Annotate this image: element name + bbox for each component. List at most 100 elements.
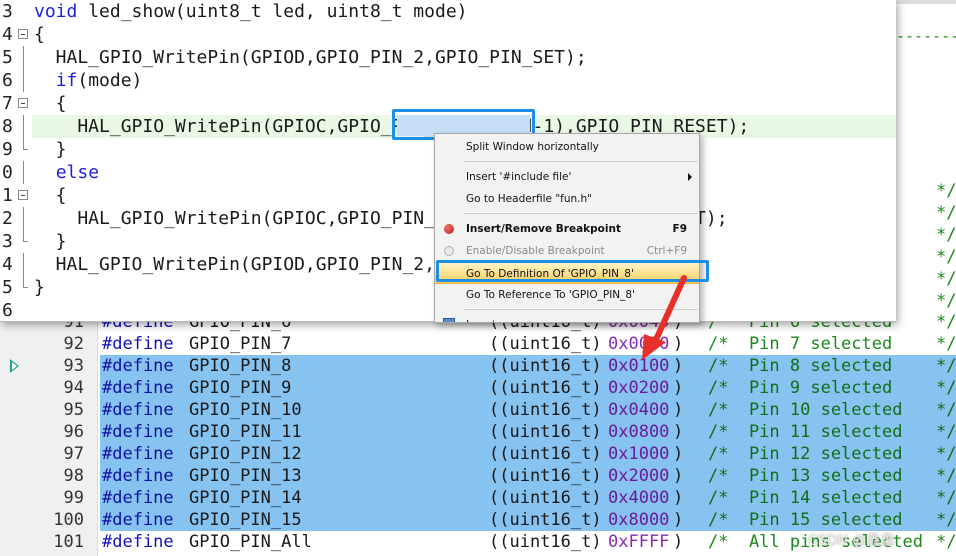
- menu-item-label: Insert: [466, 314, 496, 322]
- fold-toggle-icon[interactable]: [18, 190, 28, 200]
- line-number: 96: [63, 422, 84, 442]
- line-number: 97: [63, 444, 84, 464]
- define-keyword: #define: [102, 400, 174, 420]
- menu-item-go-to-headerfile-fun-h[interactable]: Go to Headerfile "fun.h": [435, 188, 699, 210]
- menu-item-shortcut: F9: [672, 223, 687, 235]
- comment-end: */: [936, 422, 956, 442]
- code-text: }: [34, 230, 67, 253]
- fold-guide: [23, 230, 28, 242]
- define-line[interactable]: 97 #define GPIO_PIN_12 ((uint16_t) 0x1000) /*…: [0, 443, 956, 465]
- comment-end: */: [936, 400, 956, 420]
- hex-value: 0x2000: [608, 466, 670, 486]
- breakpoint-disabled-icon: [444, 246, 454, 256]
- type-cast: ((uint16_t): [489, 400, 602, 420]
- code-text: {: [34, 184, 67, 207]
- close-paren: ): [673, 466, 684, 486]
- code-line[interactable]: 4{: [0, 23, 896, 46]
- code-text: {: [34, 23, 45, 46]
- hex-value: 0x0800: [608, 422, 670, 442]
- menu-item-label: Go To Reference To 'GPIO_PIN_8': [466, 289, 635, 301]
- close-paren: ): [673, 444, 684, 464]
- keyword: else: [55, 162, 100, 183]
- define-line[interactable]: 100 #define GPIO_PIN_15 ((uint16_t) 0x8000) /…: [0, 509, 956, 531]
- line-number: 101: [53, 532, 84, 552]
- header-editor-top-strip: [896, 0, 956, 4]
- code-token: {: [34, 185, 67, 206]
- keyword: void: [34, 1, 78, 22]
- macro-name: GPIO_PIN_13: [189, 466, 302, 486]
- keyword: if: [55, 70, 78, 91]
- fold-guide: [23, 69, 24, 92]
- submenu-arrow-icon: [688, 173, 692, 181]
- fold-toggle-icon[interactable]: [18, 98, 28, 108]
- define-line[interactable]: 99 #define GPIO_PIN_14 ((uint16_t) 0x4000) /*…: [0, 487, 956, 509]
- code-text: {: [34, 92, 67, 115]
- fold-toggle-icon[interactable]: [18, 29, 28, 39]
- comment-end: */: [936, 378, 956, 398]
- type-cast: ((uint16_t): [489, 510, 602, 530]
- hex-value: 0x8000: [608, 510, 670, 530]
- menu-item-insert-remove-breakpoint[interactable]: Insert/Remove Breakpoint F9: [435, 218, 699, 240]
- code-line[interactable]: 6 if(mode): [0, 69, 896, 92]
- define-line[interactable]: 95 #define GPIO_PIN_10 ((uint16_t) 0x0400) /*…: [0, 399, 956, 421]
- comment-end: */: [936, 532, 956, 552]
- define-keyword: #define: [102, 444, 174, 464]
- menu-separator: [464, 161, 698, 162]
- define-keyword: #define: [102, 422, 174, 442]
- line-comment: /* Pin 15 selected: [708, 510, 903, 530]
- menu-item-split-window-horizontally[interactable]: Split Window horizontally: [435, 136, 699, 158]
- line-comment: /* Pin 14 selected: [708, 488, 903, 508]
- code-text: HAL_GPIO_WritePin(GPIOD,GPIO_PIN_2,GPIO_…: [34, 46, 587, 69]
- line-number: 6: [2, 70, 13, 91]
- hex-value: 0xFFFF: [608, 532, 670, 552]
- menu-item-insert-include-file[interactable]: Insert '#include file': [435, 166, 699, 188]
- define-keyword: #define: [102, 334, 174, 354]
- fold-guide: [23, 253, 24, 276]
- code-text: }: [34, 138, 67, 161]
- line-number: 7: [2, 93, 13, 114]
- line-comment: /* Pin 8 selected: [708, 356, 893, 376]
- line-number: 8: [2, 116, 13, 137]
- line-number: 95: [63, 400, 84, 420]
- define-keyword: #define: [102, 488, 174, 508]
- code-line[interactable]: 5 HAL_GPIO_WritePin(GPIOD,GPIO_PIN_2,GPI…: [0, 46, 896, 69]
- line-number: 100: [53, 510, 84, 530]
- code-text: void led_show(uint8_t led, uint8_t mode): [34, 0, 468, 23]
- red-arrow-annotation: [642, 275, 687, 360]
- code-text: }: [34, 276, 45, 299]
- macro-name: GPIO_PIN_9: [189, 378, 292, 398]
- comment-end: */: [936, 269, 956, 289]
- define-line[interactable]: 93 #define GPIO_PIN_8 ((uint16_t) 0x0100)/* …: [0, 355, 956, 377]
- define-line[interactable]: 98 #define GPIO_PIN_13 ((uint16_t) 0x2000) /*…: [0, 465, 956, 487]
- comment-end: */: [936, 444, 956, 464]
- macro-name: GPIO_PIN_8: [189, 356, 292, 376]
- code-token: (mode): [77, 70, 143, 91]
- comment-end: */: [936, 488, 956, 508]
- define-keyword: #define: [102, 510, 174, 530]
- line-number: 2: [2, 208, 13, 229]
- define-line[interactable]: 92 #define GPIO_PIN_7 ((uint16_t) 0x0080)/* …: [0, 333, 956, 355]
- close-paren: ): [673, 378, 684, 398]
- macro-name: GPIO_PIN_11: [189, 422, 302, 442]
- macro-name: GPIO_PIN_7: [189, 334, 292, 354]
- comment-end: */: [936, 291, 956, 311]
- line-number: 6: [2, 300, 13, 321]
- fold-guide: [23, 161, 24, 184]
- define-line[interactable]: 94 #define GPIO_PIN_9 ((uint16_t) 0x0200) /* …: [0, 377, 956, 399]
- comment-end: */: [936, 247, 956, 267]
- line-number: 92: [63, 334, 84, 354]
- type-cast: ((uint16_t): [489, 422, 602, 442]
- code-token: led_show(uint8_t led, uint8_t mode): [77, 1, 468, 22]
- menu-item-enable-disable-breakpoint[interactable]: Enable/Disable Breakpoint Ctrl+F9: [435, 240, 699, 262]
- menu-item-label: Insert '#include file': [466, 171, 572, 183]
- code-token: }: [34, 139, 67, 160]
- macro-name: GPIO_PIN_14: [189, 488, 302, 508]
- code-line[interactable]: 3 void led_show(uint8_t led, uint8_t mode…: [0, 0, 896, 23]
- line-number: 93: [63, 356, 84, 376]
- comment-end: */: [936, 510, 956, 530]
- close-paren: ): [673, 510, 684, 530]
- fold-guide: [23, 115, 24, 138]
- define-line[interactable]: 96 #define GPIO_PIN_11 ((uint16_t) 0x0800) /*…: [0, 421, 956, 443]
